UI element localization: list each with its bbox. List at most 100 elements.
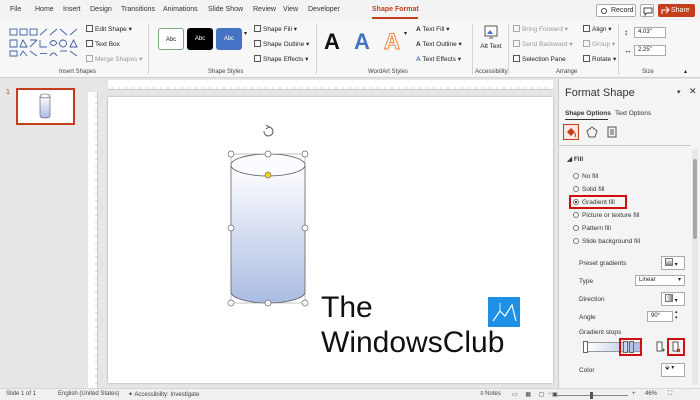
selection-pane-button[interactable]: Selection Pane	[513, 55, 566, 63]
tab-developer[interactable]: Developer	[308, 6, 340, 13]
status-bar: Slide 1 of 1 English (United States) ✦ A…	[0, 388, 700, 400]
share-icon	[661, 6, 670, 14]
tab-text-options[interactable]: Text Options	[615, 110, 651, 117]
rotate-button[interactable]: Rotate ▾	[583, 55, 616, 63]
angle-spinner[interactable]: ▴ ▾	[675, 309, 678, 321]
height-icon: ↕	[624, 28, 628, 37]
shapes-gallery[interactable]	[8, 27, 80, 57]
record-button[interactable]: Record	[596, 4, 636, 17]
rotate-handle-icon[interactable]	[263, 124, 274, 137]
divider	[316, 24, 317, 74]
horizontal-ruler	[108, 80, 553, 90]
merge-shapes-icon	[86, 55, 93, 62]
merge-shapes-button[interactable]: Merge Shapes ▾	[86, 55, 142, 63]
slide-thumbnail-pane: 1	[0, 79, 88, 388]
type-dropdown[interactable]: Linear ▾	[635, 275, 685, 286]
width-field[interactable]: 2.25"	[634, 45, 666, 56]
wordart-black[interactable]: A	[324, 29, 340, 55]
fit-slide-icon[interactable]: ⛶	[668, 391, 672, 398]
height-field[interactable]: 4.03"	[634, 27, 666, 38]
ribbon: Edit Shape ▾ Text Box Merge Shapes ▾ Ins…	[0, 20, 700, 78]
preset-gradients-dropdown[interactable]: ▾	[661, 256, 685, 270]
divider	[559, 145, 691, 146]
alt-text-button[interactable]: alt Alt Text	[480, 24, 502, 50]
send-backward-button[interactable]: Send Backward ▾	[513, 40, 573, 48]
shape-style-blue[interactable]: Abc	[216, 28, 242, 50]
tab-transitions[interactable]: Transitions	[121, 6, 155, 13]
zoom-slider-thumb[interactable]	[590, 392, 593, 399]
style-gallery-more[interactable]: ▾	[244, 30, 247, 37]
shape-style-white[interactable]: Abc	[158, 28, 184, 50]
group-button[interactable]: Group ▾	[583, 40, 615, 48]
pentagon-effects-icon[interactable]	[585, 125, 599, 139]
fill-line-tab[interactable]	[563, 124, 579, 140]
accessibility-status[interactable]: ✦ Accessibility: Investigate	[128, 391, 199, 398]
gradient-stop-handle[interactable]	[583, 341, 588, 353]
angle-field[interactable]: 90°	[647, 311, 673, 322]
text-effects-button[interactable]: A Text Effects ▾	[416, 55, 461, 63]
size-properties-icon[interactable]	[605, 125, 619, 139]
pane-options-icon[interactable]: ▾	[677, 88, 681, 96]
align-button[interactable]: Align ▾	[583, 25, 612, 33]
radio-solid-fill[interactable]: Solid fill	[573, 186, 604, 193]
tab-file[interactable]: File	[10, 6, 21, 13]
direction-dropdown[interactable]: ▾	[661, 292, 685, 306]
radio-no-fill[interactable]: No fill	[573, 173, 598, 180]
slide-number: 1	[6, 89, 10, 96]
shape-outline-button[interactable]: Shape Outline ▾	[254, 40, 309, 48]
slide-count: Slide 1 of 1	[6, 391, 37, 397]
tab-home[interactable]: Home	[35, 6, 54, 13]
text-box-button[interactable]: Text Box	[86, 40, 120, 48]
accessibility-label: Accessibility	[475, 69, 508, 75]
tab-animations[interactable]: Animations	[163, 6, 198, 13]
radio-pattern-fill[interactable]: Pattern fill	[573, 225, 611, 232]
record-label: Record	[611, 7, 634, 14]
wordart-orange-outline[interactable]: A	[384, 29, 401, 55]
radio-slide-background-fill[interactable]: Slide background fill	[573, 238, 640, 245]
wordart-gallery-more[interactable]: ▾	[404, 30, 407, 37]
shape-style-black[interactable]: Abc	[187, 28, 213, 50]
tab-shape-options[interactable]: Shape Options	[565, 110, 611, 117]
slide-thumbnail[interactable]	[16, 88, 75, 125]
radio-icon	[573, 173, 579, 179]
radio-icon	[573, 186, 579, 192]
shape-fill-button[interactable]: Shape Fill ▾	[254, 25, 297, 33]
tab-insert[interactable]: Insert	[63, 6, 81, 13]
bring-forward-button[interactable]: Bring Forward ▾	[513, 25, 568, 33]
zoom-out-button[interactable]: −	[548, 391, 552, 397]
type-label: Type	[579, 278, 594, 285]
notes-button[interactable]: ≡ Notes	[480, 391, 501, 397]
language-status[interactable]: English (United States)	[58, 391, 119, 397]
tab-underline	[565, 119, 608, 120]
edit-shape-button[interactable]: Edit Shape ▾	[86, 25, 132, 33]
radio-picture-fill[interactable]: Picture or texture fill	[573, 212, 639, 219]
fill-section-header[interactable]: ◢ Fill	[567, 155, 583, 163]
text-fill-button[interactable]: A Text Fill ▾	[416, 25, 450, 33]
text-outline-button[interactable]: A Text Outline ▾	[416, 40, 462, 48]
close-icon[interactable]: ✕	[689, 86, 697, 97]
share-button[interactable]: Share	[658, 4, 695, 17]
selection-pane-icon	[513, 55, 520, 62]
tab-slide-show[interactable]: Slide Show	[208, 6, 243, 13]
tab-shape-format[interactable]: Shape Format	[372, 6, 419, 13]
zoom-in-button[interactable]: +	[632, 391, 636, 397]
arrange-label: Arrange	[556, 69, 578, 75]
tab-view[interactable]: View	[283, 6, 298, 13]
view-buttons[interactable]: ▭ ▦ ▢ ▣	[512, 391, 561, 398]
collapse-ribbon-icon[interactable]: ▴	[684, 68, 687, 75]
color-picker-dropdown[interactable]: ⬙ ▾	[661, 363, 685, 377]
comments-button[interactable]	[640, 4, 654, 17]
tab-review[interactable]: Review	[253, 6, 276, 13]
alt-text-icon: alt	[484, 25, 498, 40]
zoom-level[interactable]: 46%	[645, 391, 657, 397]
slide-canvas[interactable]: The WindowsClub	[108, 97, 553, 383]
pane-scrollbar-thumb[interactable]	[693, 159, 697, 239]
preset-gradients-label: Preset gradients	[579, 260, 627, 267]
shape-effects-button[interactable]: Shape Effects ▾	[254, 55, 308, 63]
edit-shape-icon	[86, 25, 93, 32]
paint-bucket-icon	[254, 25, 261, 32]
wordart-blue[interactable]: A	[354, 29, 370, 55]
tab-design[interactable]: Design	[90, 6, 112, 13]
format-shape-pane: Format Shape ▾ ✕ Shape Options Text Opti…	[558, 79, 700, 388]
add-gradient-stop-icon[interactable]	[654, 341, 666, 353]
